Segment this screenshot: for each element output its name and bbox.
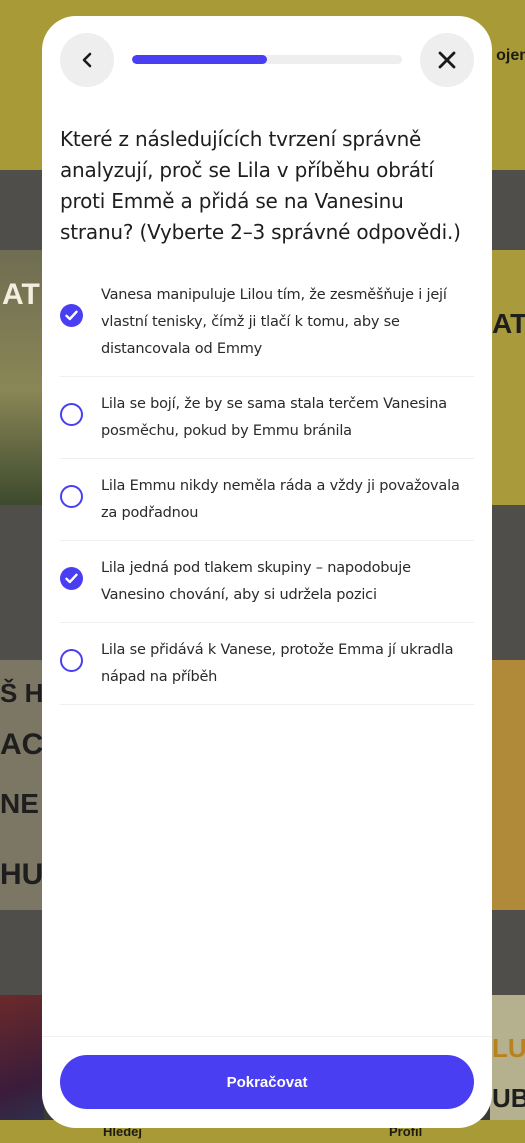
- progress-bar: [132, 55, 402, 64]
- close-button[interactable]: [420, 33, 474, 87]
- answer-option[interactable]: Vanesa manipuluje Lilou tím, že zesměšňu…: [60, 278, 474, 377]
- answer-option-label: Lila jedná pod tlakem skupiny – napodobu…: [101, 560, 411, 603]
- footer-divider: [42, 1036, 492, 1037]
- continue-button[interactable]: Pokračovat: [60, 1055, 474, 1109]
- book-cover: AT: [0, 250, 44, 505]
- answer-option[interactable]: Lila se přidává k Vanese, protože Emma j…: [60, 623, 474, 705]
- chevron-left-icon: [80, 52, 94, 68]
- book-cover: [490, 660, 525, 910]
- checkbox-checked[interactable]: [60, 304, 83, 327]
- close-icon: [438, 51, 456, 69]
- back-button[interactable]: [60, 33, 114, 87]
- checkbox-unchecked[interactable]: [60, 403, 83, 426]
- quiz-modal: Které z následujících tvrzení správně an…: [42, 16, 492, 1128]
- answer-option-label: Lila Emmu nikdy neměla ráda a vždy ji po…: [101, 478, 460, 521]
- check-icon: [65, 573, 78, 584]
- answer-option-label: Lila se bojí, že by se sama stala terčem…: [101, 396, 447, 439]
- question-text: Které z následujících tvrzení správně an…: [60, 127, 461, 244]
- book-cover: Š H AC NE HU: [0, 660, 44, 910]
- checkbox-unchecked[interactable]: [60, 485, 83, 508]
- answer-options: Vanesa manipuluje Lilou tím, že zesměšňu…: [60, 278, 474, 705]
- book-cover: AT: [490, 250, 525, 505]
- answer-option-label: Lila se přidává k Vanese, protože Emma j…: [101, 642, 454, 685]
- answer-option[interactable]: Lila se bojí, že by se sama stala terčem…: [60, 377, 474, 459]
- background-header-text: ojen: [496, 47, 525, 64]
- check-icon: [65, 310, 78, 321]
- answer-option[interactable]: Lila Emmu nikdy neměla ráda a vždy ji po…: [60, 459, 474, 541]
- answer-option-label: Vanesa manipuluje Lilou tím, že zesměšňu…: [101, 287, 447, 357]
- checkbox-unchecked[interactable]: [60, 649, 83, 672]
- progress-bar-fill: [132, 55, 267, 64]
- answer-option[interactable]: Lila jedná pod tlakem skupiny – napodobu…: [60, 541, 474, 623]
- checkbox-checked[interactable]: [60, 567, 83, 590]
